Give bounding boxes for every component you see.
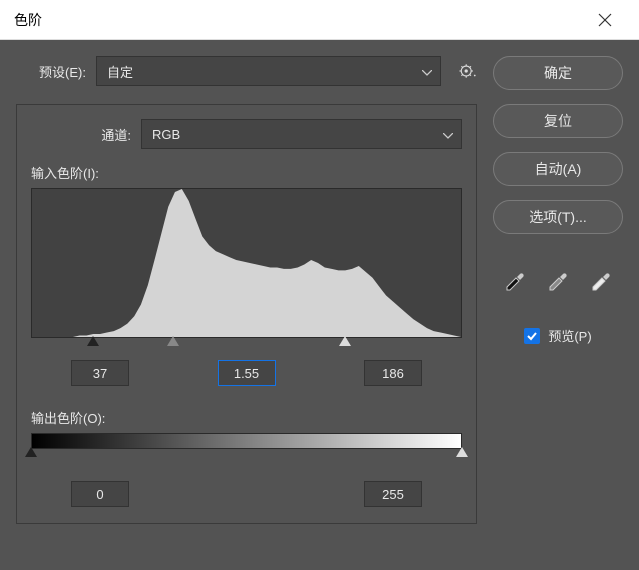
right-panel: 确定 复位 自动(A) 选项(T)... 预览(P) [493,56,623,554]
input-white-field[interactable] [364,360,422,386]
preview-checkbox[interactable] [524,328,540,344]
eyedropper-icon [504,271,526,293]
input-gamma-field[interactable] [218,360,276,386]
channel-label: 通道: [31,125,131,144]
input-slider-track [31,336,462,350]
input-gamma-slider[interactable] [167,336,179,346]
eyedropper-black[interactable] [501,268,529,296]
auto-button[interactable]: 自动(A) [493,152,623,186]
levels-dialog: 色阶 预设(E): 自定 [0,0,639,570]
eyedropper-icon [590,271,612,293]
input-black-field[interactable] [71,360,129,386]
channel-dropdown[interactable]: RGB [141,119,462,149]
preset-value: 自定 [107,62,133,81]
input-black-slider[interactable] [87,336,99,346]
input-levels-label: 输入色阶(I): [31,163,462,182]
channel-value: RGB [152,127,180,142]
eyedropper-icon [547,271,569,293]
chevron-down-icon [443,127,453,142]
output-levels-label: 输出色阶(O): [31,408,462,427]
left-panel: 预设(E): 自定 [16,56,477,554]
eyedropper-white[interactable] [587,268,615,296]
output-slider-track [31,447,462,461]
check-icon [526,330,538,342]
close-button[interactable] [585,0,625,40]
preview-label: 预览(P) [548,326,591,345]
titlebar: 色阶 [0,0,639,40]
gear-icon [459,63,477,79]
preset-label: 预设(E): [16,62,86,81]
preset-dropdown[interactable]: 自定 [96,56,441,86]
close-icon [598,13,612,27]
window-title: 色阶 [14,10,585,30]
output-white-field[interactable] [364,481,422,507]
eyedropper-gray[interactable] [544,268,572,296]
levels-fieldset: 通道: RGB 输入色阶(I): [16,104,477,524]
input-white-slider[interactable] [339,336,351,346]
histogram [31,188,462,338]
chevron-down-icon [422,64,432,79]
reset-button[interactable]: 复位 [493,104,623,138]
preset-menu-button[interactable] [459,62,477,80]
output-white-slider[interactable] [456,447,468,457]
ok-button[interactable]: 确定 [493,56,623,90]
output-black-slider[interactable] [25,447,37,457]
options-button[interactable]: 选项(T)... [493,200,623,234]
output-black-field[interactable] [71,481,129,507]
